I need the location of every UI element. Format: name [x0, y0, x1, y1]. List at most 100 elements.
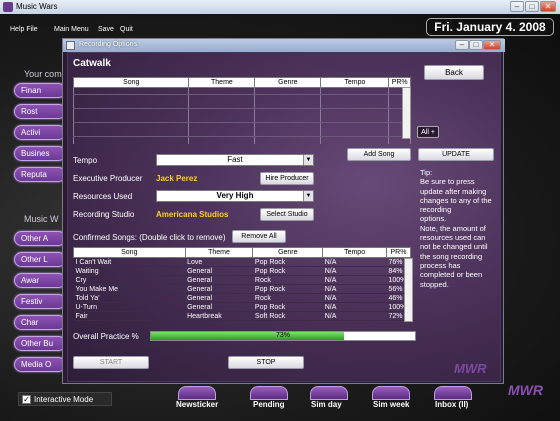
start-button[interactable]: START	[73, 356, 149, 369]
close-button[interactable]: ✕	[540, 1, 556, 12]
table-row[interactable]: Fair Heartbreak Soft Rock N/A 72%	[73, 311, 411, 321]
hire-producer-button[interactable]: Hire Producer	[260, 172, 314, 185]
newsticker-icon[interactable]	[178, 386, 216, 400]
sidebar-btn-other-business[interactable]: Other Bu	[14, 336, 66, 351]
minimize-button[interactable]: –	[510, 1, 524, 12]
sidebar-btn-finances[interactable]: Finan	[14, 83, 66, 98]
sidebar-btn-other-labels[interactable]: Other L	[14, 252, 66, 267]
cell-song: You Make Me	[73, 284, 186, 294]
tip-title: Tip:	[420, 168, 433, 177]
conf-col-pr[interactable]: PR%	[385, 247, 412, 258]
stop-button[interactable]: STOP	[228, 356, 304, 369]
col-song[interactable]: Song	[72, 77, 190, 88]
sidebar-btn-festivals[interactable]: Festiv	[14, 294, 66, 309]
chevron-down-icon[interactable]: ▼	[303, 191, 313, 201]
available-songs-table: Song Theme Genre Tempo PR%	[72, 77, 411, 144]
date-display: Fri. January 4. 2008	[426, 18, 554, 36]
tempo-select[interactable]: Fast ▼	[156, 154, 314, 166]
cell-tempo: N/A	[322, 311, 387, 321]
dialog-titlebar: Recording Options – □ ✕	[63, 39, 505, 52]
cell-genre: Soft Rock	[252, 311, 323, 321]
table-row[interactable]: You Make Me General Pop Rock N/A 56%	[73, 284, 411, 294]
recording-options-dialog: Recording Options – □ ✕ Catwalk Back Son…	[62, 38, 505, 384]
tip-line: the song recording	[420, 251, 483, 261]
dialog-minimize-button[interactable]: –	[455, 40, 469, 50]
tip-line: options.	[420, 214, 447, 224]
tip-line: recording	[420, 205, 452, 215]
cell-theme: Love	[185, 257, 253, 267]
dialog-maximize-button[interactable]: □	[469, 40, 483, 50]
tip-panel: Tip: Be sure to press update after makin…	[420, 168, 500, 289]
sidebar-btn-charts[interactable]: Char	[14, 315, 66, 330]
table-row[interactable]: I Can't Wait Love Pop Rock N/A 76%	[73, 257, 411, 267]
maximize-button[interactable]: □	[525, 1, 539, 12]
confirmed-songs-scrollbar[interactable]	[404, 258, 413, 322]
sidebar-btn-roster[interactable]: Rost	[14, 104, 66, 119]
sim-day-icon[interactable]	[310, 386, 348, 400]
available-songs-scrollbar[interactable]	[402, 87, 411, 139]
sim-week-icon[interactable]	[372, 386, 410, 400]
sidebar-btn-media-outlets[interactable]: Media O	[14, 357, 66, 372]
tip-line: Be sure to press	[420, 177, 475, 187]
producer-label: Executive Producer	[73, 174, 143, 183]
tip-line: resources used can	[420, 233, 486, 243]
table-row[interactable]: Told Ya' General Rock N/A 46%	[73, 293, 411, 303]
col-theme[interactable]: Theme	[188, 77, 256, 88]
checkbox-icon[interactable]: ✓	[22, 395, 31, 404]
tab-newsticker[interactable]: Newsticker	[176, 400, 218, 409]
cell-song: Waiting	[73, 266, 186, 276]
tab-pending[interactable]: Pending	[253, 400, 285, 409]
table-row[interactable]: U-Turn General Pop Rock N/A 100%	[73, 302, 411, 312]
interactive-mode-toggle[interactable]: ✓ Interactive Mode	[18, 392, 112, 406]
practice-label: Overall Practice %	[73, 332, 139, 341]
conf-col-tempo[interactable]: Tempo	[322, 247, 387, 258]
inbox-icon[interactable]	[434, 386, 472, 400]
select-studio-button[interactable]: Select Studio	[260, 208, 314, 221]
dialog-close-button[interactable]: ✕	[483, 40, 501, 50]
tab-inbox[interactable]: Inbox (II)	[435, 400, 468, 409]
sidebar-btn-other-artists[interactable]: Other A	[14, 231, 66, 246]
menu-main-menu[interactable]: Main Menu	[54, 26, 89, 33]
sidebar-heading-company: Your com	[24, 69, 62, 79]
add-song-button[interactable]: Add Song	[347, 148, 411, 161]
table-row[interactable]: Waiting General Pop Rock N/A 84%	[73, 266, 411, 276]
update-button[interactable]: UPDATE	[418, 148, 494, 161]
menu-quit[interactable]: Quit	[120, 26, 133, 33]
resources-select[interactable]: Very High ▼	[156, 190, 314, 202]
remove-all-button[interactable]: Remove All	[232, 230, 286, 243]
chevron-down-icon[interactable]: ▼	[303, 155, 313, 165]
cell-tempo: N/A	[322, 257, 387, 267]
resources-label: Resources Used	[73, 192, 133, 201]
sidebar-btn-reputation[interactable]: Reputa	[14, 167, 66, 182]
all-filter-button[interactable]: All +	[417, 126, 439, 138]
tempo-label: Tempo	[73, 156, 98, 165]
back-button[interactable]: Back	[424, 65, 484, 80]
col-pr[interactable]: PR%	[388, 77, 411, 88]
conf-col-genre[interactable]: Genre	[252, 247, 324, 258]
cell-tempo: N/A	[322, 275, 387, 285]
menu-help-file[interactable]: Help File	[10, 26, 38, 33]
tab-sim-week[interactable]: Sim week	[373, 400, 409, 409]
dialog-watermark-logo: MWR	[454, 361, 487, 376]
conf-col-theme[interactable]: Theme	[184, 247, 254, 258]
tip-line: changes to any of the	[420, 195, 492, 205]
cell-song: Cry	[73, 275, 186, 285]
cell-theme: General	[185, 284, 253, 294]
table-row[interactable]: Cry General Rock N/A 100%	[73, 275, 411, 285]
conf-col-song[interactable]: Song	[73, 247, 186, 258]
cell-tempo: N/A	[322, 302, 387, 312]
resources-value: Very High	[216, 191, 254, 200]
sidebar-btn-business[interactable]: Busines	[14, 146, 66, 161]
menu-save[interactable]: Save	[98, 26, 114, 33]
tab-sim-day[interactable]: Sim day	[311, 400, 342, 409]
tip-line: completed or been	[420, 270, 483, 280]
practice-progress-text: 73%	[275, 332, 290, 339]
album-name: Catwalk	[73, 58, 111, 69]
pending-icon[interactable]	[250, 386, 288, 400]
sidebar-btn-awards[interactable]: Awar	[14, 273, 66, 288]
col-tempo[interactable]: Tempo	[320, 77, 390, 88]
col-genre[interactable]: Genre	[254, 77, 322, 88]
cell-genre: Rock	[252, 293, 323, 303]
sidebar-btn-activities[interactable]: Activi	[14, 125, 66, 140]
tip-line: update after making	[420, 186, 487, 196]
